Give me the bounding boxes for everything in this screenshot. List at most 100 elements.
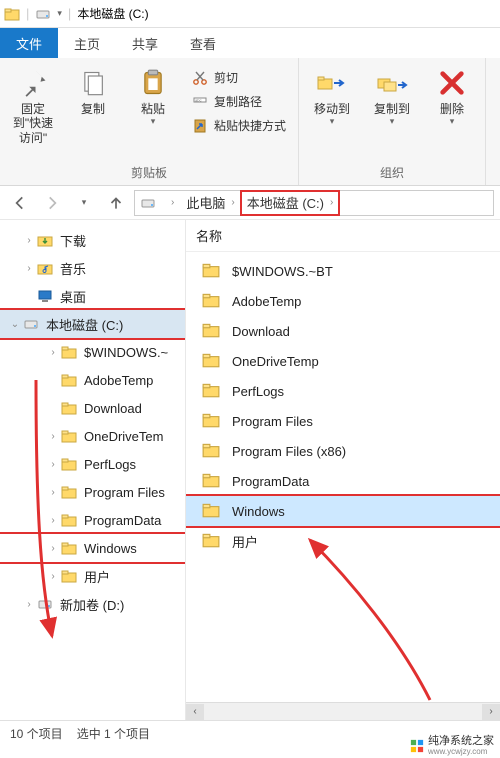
scroll-track[interactable] bbox=[204, 704, 482, 720]
nav-up-button[interactable] bbox=[102, 189, 130, 217]
music-icon bbox=[36, 259, 54, 277]
folder-icon bbox=[202, 321, 222, 341]
folder-icon bbox=[60, 539, 78, 557]
tree-drive-c[interactable]: ⌄本地磁盘 (C:) bbox=[0, 310, 185, 338]
copy-path-button[interactable]: abc 复制路径 bbox=[186, 90, 292, 113]
paste-label: 粘贴 bbox=[141, 102, 165, 116]
status-item-count: 10 个项目 bbox=[10, 725, 63, 742]
scroll-left-button[interactable]: ‹ bbox=[186, 704, 204, 720]
copy-path-icon: abc bbox=[192, 94, 208, 110]
paste-icon bbox=[136, 66, 170, 100]
tree-program-files[interactable]: ›Program Files bbox=[0, 478, 185, 506]
folder-icon bbox=[60, 427, 78, 445]
breadcrumb-root[interactable]: › bbox=[161, 191, 180, 215]
chevron-down-icon: ▾ bbox=[330, 116, 335, 127]
ribbon-tabs: 文件 主页 共享 查看 bbox=[0, 28, 500, 58]
paste-button[interactable]: 粘贴 ▾ bbox=[126, 62, 180, 131]
folder-icon bbox=[60, 483, 78, 501]
scroll-right-button[interactable]: › bbox=[482, 704, 500, 720]
tree-downloads[interactable]: ›下载 bbox=[0, 226, 185, 254]
list-item[interactable]: AdobeTemp bbox=[186, 286, 500, 316]
tree-program-data[interactable]: ›ProgramData bbox=[0, 506, 185, 534]
tab-home[interactable]: 主页 bbox=[58, 28, 116, 58]
list-item[interactable]: 用户 bbox=[186, 526, 500, 556]
pin-button[interactable]: 固定到"快速访问" bbox=[6, 62, 60, 149]
clipboard-group-label: 剪贴板 bbox=[6, 162, 292, 183]
tree-onedrive[interactable]: ›OneDriveTem bbox=[0, 422, 185, 450]
ribbon: 固定到"快速访问" 复制 粘贴 ▾ 剪切 bbox=[0, 58, 500, 186]
group-clipboard: 固定到"快速访问" 复制 粘贴 ▾ 剪切 bbox=[0, 58, 299, 185]
tree-adobe[interactable]: AdobeTemp bbox=[0, 366, 185, 394]
copy-to-label: 复制到 bbox=[374, 102, 410, 116]
watermark-text: 纯净系统之家 bbox=[428, 736, 494, 748]
cut-button[interactable]: 剪切 bbox=[186, 66, 292, 89]
folder-icon bbox=[202, 411, 222, 431]
tree-windows[interactable]: ›Windows bbox=[0, 534, 185, 562]
breadcrumb-drive-c[interactable]: 本地磁盘 (C:)› bbox=[241, 191, 340, 215]
paste-shortcut-icon bbox=[192, 118, 208, 134]
watermark-url: www.ycwjzy.com bbox=[428, 748, 494, 756]
folder-icon bbox=[202, 291, 222, 311]
drive-icon bbox=[22, 315, 40, 333]
tab-share[interactable]: 共享 bbox=[116, 28, 174, 58]
main-split: ›下载 ›音乐 桌面 ⌄本地磁盘 (C:) ›$WINDOWS.~ AdobeT… bbox=[0, 220, 500, 720]
paste-shortcut-button[interactable]: 粘贴快捷方式 bbox=[186, 114, 292, 137]
nav-tree[interactable]: ›下载 ›音乐 桌面 ⌄本地磁盘 (C:) ›$WINDOWS.~ AdobeT… bbox=[0, 220, 186, 720]
tree-drive-d[interactable]: ›新加卷 (D:) bbox=[0, 590, 185, 618]
tree-perflogs[interactable]: ›PerfLogs bbox=[0, 450, 185, 478]
list-item[interactable]: Program Files bbox=[186, 406, 500, 436]
copy-path-label: 复制路径 bbox=[214, 93, 262, 110]
tree-windows-bt[interactable]: ›$WINDOWS.~ bbox=[0, 338, 185, 366]
tab-view[interactable]: 查看 bbox=[174, 28, 232, 58]
folder-icon bbox=[60, 371, 78, 389]
tree-music[interactable]: ›音乐 bbox=[0, 254, 185, 282]
downloads-icon bbox=[36, 231, 54, 249]
file-list-pane: 名称 $WINDOWS.~BT AdobeTemp Download OneDr… bbox=[186, 220, 500, 720]
folder-icon bbox=[202, 261, 222, 281]
paste-shortcut-label: 粘贴快捷方式 bbox=[214, 117, 286, 134]
move-to-button[interactable]: 移动到 ▾ bbox=[305, 62, 359, 131]
qat-separator: | bbox=[68, 6, 71, 21]
horizontal-scrollbar[interactable]: ‹ › bbox=[186, 702, 500, 720]
cut-icon bbox=[192, 70, 208, 86]
file-list: $WINDOWS.~BT AdobeTemp Download OneDrive… bbox=[186, 252, 500, 560]
copy-label: 复制 bbox=[81, 102, 105, 116]
tab-file[interactable]: 文件 bbox=[0, 28, 58, 58]
folder-icon bbox=[60, 343, 78, 361]
copy-to-icon bbox=[375, 66, 409, 100]
address-bar[interactable]: › 此电脑› 本地磁盘 (C:)› bbox=[134, 190, 494, 216]
list-item[interactable]: Download bbox=[186, 316, 500, 346]
folder-icon bbox=[4, 6, 20, 22]
svg-text:abc: abc bbox=[195, 97, 201, 102]
tree-desktop[interactable]: 桌面 bbox=[0, 282, 185, 310]
folder-icon bbox=[202, 531, 222, 551]
pin-icon bbox=[16, 66, 50, 100]
tree-download[interactable]: Download bbox=[0, 394, 185, 422]
qat-dropdown-icon[interactable]: ▾ bbox=[57, 8, 62, 19]
list-item[interactable]: ProgramData bbox=[186, 466, 500, 496]
copy-button[interactable]: 复制 bbox=[66, 62, 120, 120]
move-to-icon bbox=[315, 66, 349, 100]
delete-button[interactable]: 删除 ▾ bbox=[425, 62, 479, 131]
watermark: 纯净系统之家 www.ycwjzy.com bbox=[410, 736, 494, 756]
copy-icon bbox=[76, 66, 110, 100]
list-item[interactable]: Program Files (x86) bbox=[186, 436, 500, 466]
nav-forward-button[interactable] bbox=[38, 189, 66, 217]
column-header-name[interactable]: 名称 bbox=[186, 220, 500, 252]
breadcrumb-this-pc[interactable]: 此电脑› bbox=[180, 191, 240, 215]
list-item[interactable]: $WINDOWS.~BT bbox=[186, 256, 500, 286]
copy-to-button[interactable]: 复制到 ▾ bbox=[365, 62, 419, 131]
tree-users[interactable]: ›用户 bbox=[0, 562, 185, 590]
list-item[interactable]: PerfLogs bbox=[186, 376, 500, 406]
list-item-windows[interactable]: Windows bbox=[186, 496, 500, 526]
nav-history-button[interactable]: ▾ bbox=[70, 189, 98, 217]
list-item[interactable]: OneDriveTemp bbox=[186, 346, 500, 376]
desktop-icon bbox=[36, 287, 54, 305]
pin-label: 固定到"快速访问" bbox=[8, 102, 58, 145]
folder-icon bbox=[202, 351, 222, 371]
clipboard-small-cmds: 剪切 abc 复制路径 粘贴快捷方式 bbox=[186, 62, 292, 137]
nav-back-button[interactable] bbox=[6, 189, 34, 217]
folder-icon bbox=[202, 471, 222, 491]
drive-icon bbox=[35, 6, 51, 22]
move-to-label: 移动到 bbox=[314, 102, 350, 116]
